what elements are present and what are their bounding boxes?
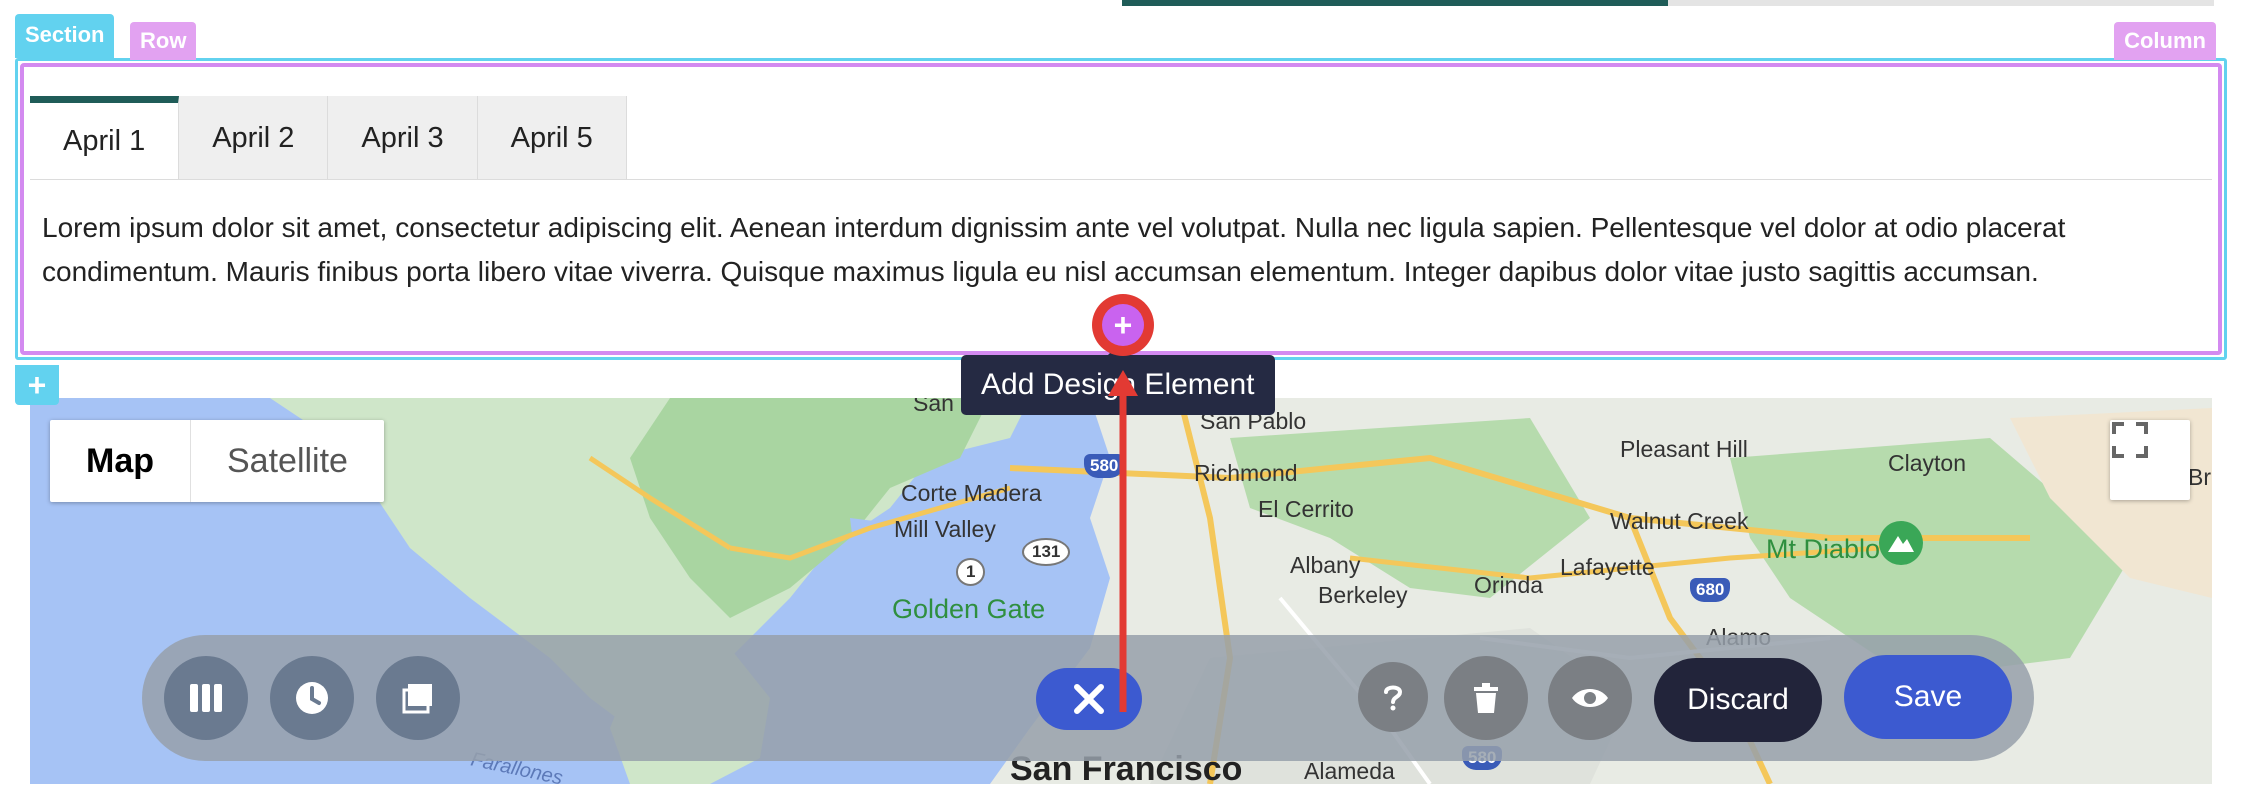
tabs: April 1 April 2 April 3 April 5 (30, 96, 627, 180)
map-label-mill-valley: Mill Valley (894, 516, 996, 542)
map-label-el-cerrito: El Cerrito (1258, 496, 1354, 522)
add-design-element-tooltip: Add Design Element (961, 345, 1275, 415)
clock-icon (296, 682, 328, 714)
plus-icon: + (1102, 304, 1144, 346)
layout-button[interactable] (164, 656, 248, 740)
tab-april-3[interactable]: April 3 (328, 96, 478, 180)
row-label[interactable]: Row (130, 22, 197, 60)
map-label-br: Br (2188, 464, 2211, 490)
highway-shield-680: 680 (1690, 578, 1731, 602)
copy-icon (402, 684, 432, 714)
map-label-orinda: Orinda (1474, 572, 1544, 598)
column-label[interactable]: Column (2114, 22, 2216, 60)
map-type-map-button[interactable]: Map (50, 420, 191, 502)
tab-divider (30, 179, 2212, 180)
map-label-berkeley: Berkeley (1318, 582, 1408, 608)
mountain-pin-icon (1879, 521, 1923, 565)
route-shield-131: 131 (1022, 538, 1071, 566)
map-label-alameda: Alameda (1304, 758, 1395, 784)
save-button[interactable]: Save (1844, 655, 2012, 739)
map-label-golden-gate: Golden Gate (892, 594, 1046, 624)
tab-april-2[interactable]: April 2 (179, 96, 329, 180)
map-label-pleasant-hill: Pleasant Hill (1620, 436, 1748, 462)
discard-button[interactable]: Discard (1654, 658, 1822, 742)
map-type-satellite-button[interactable]: Satellite (191, 420, 384, 502)
help-button[interactable] (1358, 662, 1428, 732)
tab-april-1[interactable]: April 1 (30, 96, 180, 180)
columns-icon (190, 684, 222, 712)
library-button[interactable] (376, 656, 460, 740)
add-design-element-button[interactable]: + (1092, 294, 1154, 356)
map-label-lafayette: Lafayette (1560, 554, 1655, 580)
eye-icon (1572, 689, 1608, 707)
tab-content-text: Lorem ipsum dolor sit amet, consectetur … (42, 212, 2066, 287)
question-icon (1384, 685, 1403, 711)
map-label-clayton: Clayton (1888, 450, 1966, 476)
map-label-mt-diablo: Mt Diablo (1766, 534, 1881, 564)
highway-shield-580: 580 (1084, 454, 1125, 478)
map-label-richmond: Richmond (1194, 460, 1298, 486)
builder-toolbar: Discard Save (142, 635, 2034, 761)
map-label-san: San (913, 398, 954, 416)
map-label-walnut-creek: Walnut Creek (1610, 508, 1749, 534)
tab-april-5[interactable]: April 5 (477, 96, 627, 180)
preview-button[interactable] (1548, 656, 1632, 740)
fullscreen-button[interactable] (2110, 420, 2190, 500)
trash-icon (1474, 683, 1498, 713)
add-section-button[interactable]: + (15, 365, 59, 405)
history-button[interactable] (270, 656, 354, 740)
map-label-albany: Albany (1290, 552, 1361, 578)
strip-dark (1122, 0, 1668, 6)
map-type-control: Map Satellite (50, 420, 384, 502)
close-icon (1074, 684, 1104, 714)
map-label-corte-madera: Corte Madera (901, 480, 1042, 506)
delete-button[interactable] (1444, 656, 1528, 740)
close-builder-button[interactable] (1036, 668, 1142, 730)
section-label[interactable]: Section (15, 14, 115, 58)
top-image-strip (1122, 0, 2214, 6)
strip-light (1668, 0, 2214, 6)
fullscreen-icon (2112, 422, 2148, 458)
